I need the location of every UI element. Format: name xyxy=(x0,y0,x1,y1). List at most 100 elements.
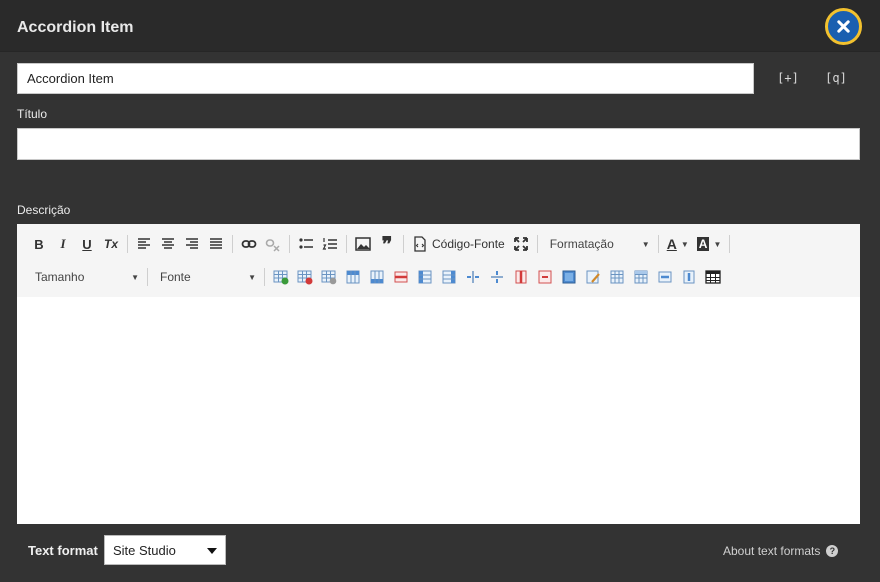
delete-row-button[interactable] xyxy=(389,265,413,289)
table-caption-icon xyxy=(610,270,624,284)
bold-icon: B xyxy=(34,236,44,252)
text-color-button[interactable]: A ▼ xyxy=(663,232,693,256)
align-center-button[interactable] xyxy=(156,232,180,256)
cell-properties-icon xyxy=(586,270,600,284)
delete-column-button[interactable] xyxy=(509,265,533,289)
editor-toolbar: B I U Tx ❞ Código-Fonte Formatação ▼ A ▼… xyxy=(17,224,860,297)
align-right-icon xyxy=(186,238,198,249)
maximize-icon xyxy=(513,237,528,251)
admin-label-value: Accordion Item xyxy=(27,71,114,86)
column-delete-icon xyxy=(515,270,527,284)
column-after-icon xyxy=(442,270,456,284)
insert-row-after-button[interactable] xyxy=(365,265,389,289)
italic-icon: I xyxy=(60,236,66,251)
merge-cells-button[interactable] xyxy=(557,265,581,289)
source-label: Código-Fonte xyxy=(432,237,505,251)
justify-icon xyxy=(210,238,222,249)
admin-label-input[interactable]: Accordion Item xyxy=(17,63,754,94)
inspect-button[interactable]: [q] xyxy=(825,69,847,87)
table-button[interactable] xyxy=(701,265,725,289)
merge-right-icon xyxy=(658,271,672,283)
about-text-formats-link[interactable]: About text formats ? xyxy=(723,544,839,558)
maximize-button[interactable] xyxy=(509,232,533,256)
chevron-down-icon: ▼ xyxy=(131,272,139,282)
text-color-icon: A xyxy=(666,236,677,252)
split-cell-vertical-button[interactable] xyxy=(485,265,509,289)
table-caption-button[interactable] xyxy=(605,265,629,289)
justify-button[interactable] xyxy=(204,232,228,256)
insert-row-before-button[interactable] xyxy=(341,265,365,289)
table-header-button[interactable] xyxy=(629,265,653,289)
chevron-down-icon: ▼ xyxy=(248,272,256,282)
unlink-button[interactable] xyxy=(261,232,285,256)
dialog-title: Accordion Item xyxy=(17,19,134,36)
insert-column-after-button[interactable] xyxy=(437,265,461,289)
close-icon xyxy=(837,20,850,33)
align-left-button[interactable] xyxy=(132,232,156,256)
font-combo[interactable]: Fonte ▼ xyxy=(152,265,260,289)
toolbar-separator xyxy=(264,268,265,286)
text-format-select[interactable]: Site Studio xyxy=(104,535,226,565)
size-combo[interactable]: Tamanho ▼ xyxy=(27,265,143,289)
dialog-header: Accordion Item xyxy=(0,0,880,52)
italic-button[interactable]: I xyxy=(51,232,75,256)
text-format-label: Text format xyxy=(28,543,98,558)
bold-button[interactable]: B xyxy=(27,232,51,256)
cell-properties-button[interactable] xyxy=(581,265,605,289)
title-label: Título xyxy=(17,107,48,121)
format-combo[interactable]: Formatação ▼ xyxy=(542,232,654,256)
link-button[interactable] xyxy=(237,232,261,256)
text-format-selected: Site Studio xyxy=(113,542,176,558)
title-input[interactable] xyxy=(17,128,860,160)
split-horizontal-icon xyxy=(467,271,479,283)
font-combo-label: Fonte xyxy=(160,270,191,284)
align-right-button[interactable] xyxy=(180,232,204,256)
blockquote-icon: ❞ xyxy=(381,233,393,256)
table-icon xyxy=(705,270,721,284)
merge-down-button[interactable] xyxy=(677,265,701,289)
help-icon: ? xyxy=(826,545,839,557)
insert-column-before-button[interactable] xyxy=(413,265,437,289)
about-text-formats-label: About text formats xyxy=(723,544,821,558)
rich-text-editor[interactable]: B I U Tx ❞ Código-Fonte Formatação ▼ A ▼… xyxy=(17,224,860,524)
size-combo-label: Tamanho xyxy=(35,270,85,284)
row-before-icon xyxy=(346,270,360,284)
unlink-icon xyxy=(265,239,280,252)
toolbar-separator xyxy=(289,235,290,253)
source-icon xyxy=(414,236,426,252)
underline-button[interactable]: U xyxy=(75,232,99,256)
bulleted-list-icon xyxy=(299,238,313,249)
numbered-list-button[interactable] xyxy=(318,232,342,256)
merge-right-button[interactable] xyxy=(653,265,677,289)
toolbar-separator xyxy=(403,235,404,253)
image-icon xyxy=(355,237,371,251)
numbered-list-icon xyxy=(322,238,337,250)
split-vertical-icon xyxy=(491,271,503,283)
chevron-down-icon: ▼ xyxy=(680,239,689,249)
delete-cells-button[interactable] xyxy=(533,265,557,289)
bulleted-list-button[interactable] xyxy=(294,232,318,256)
delete-table-button[interactable] xyxy=(293,265,317,289)
merge-down-icon xyxy=(683,270,695,284)
blockquote-button[interactable]: ❞ xyxy=(375,232,399,256)
expand-button[interactable]: [+] xyxy=(777,69,799,87)
close-button[interactable] xyxy=(825,8,862,45)
table-properties-button[interactable] xyxy=(317,265,341,289)
split-cell-horizontal-button[interactable] xyxy=(461,265,485,289)
source-button[interactable]: Código-Fonte xyxy=(408,232,509,256)
remove-format-button[interactable]: Tx xyxy=(99,232,123,256)
bg-color-icon: A xyxy=(696,237,710,251)
row-delete-icon xyxy=(394,271,408,283)
description-label: Descrição xyxy=(17,203,71,217)
toolbar-separator xyxy=(729,235,731,253)
insert-table-button[interactable] xyxy=(269,265,293,289)
toolbar-separator xyxy=(232,235,233,253)
table-add-icon xyxy=(273,270,289,285)
table-properties-icon xyxy=(321,270,337,285)
bg-color-button[interactable]: A ▼ xyxy=(693,232,726,256)
cell-delete-icon xyxy=(538,270,552,284)
merge-cells-icon xyxy=(562,270,576,284)
image-button[interactable] xyxy=(351,232,375,256)
toolbar-separator xyxy=(536,235,538,253)
toolbar-row-2: Tamanho ▼ Fonte ▼ xyxy=(27,263,725,291)
